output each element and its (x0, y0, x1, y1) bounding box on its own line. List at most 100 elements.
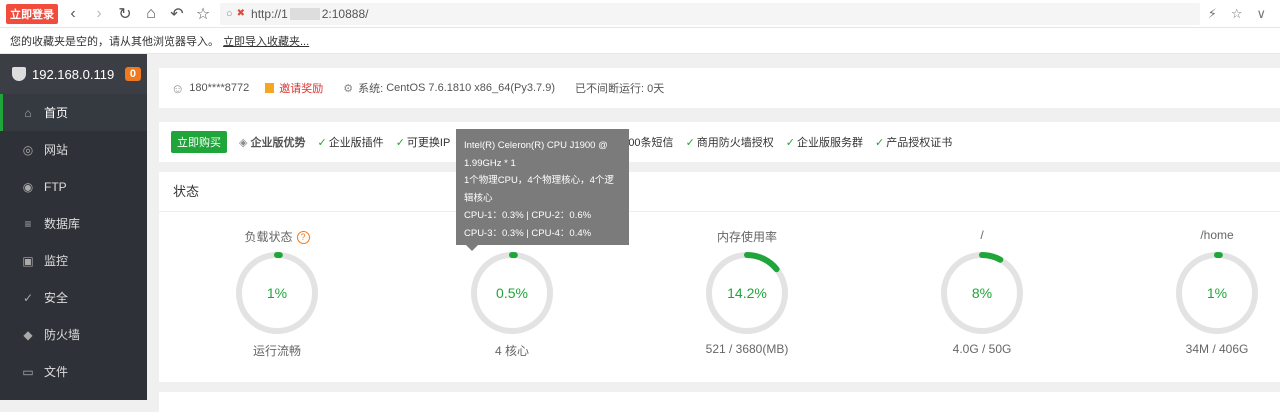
gauge-memory[interactable]: 内存使用率 14.2% 521 / 3680(MB) (667, 228, 827, 356)
check-icon: ✓ (685, 137, 695, 149)
sidebar-item-label: 监控 (44, 254, 69, 268)
sidebar-item-files[interactable]: ▭ 文件 (0, 353, 147, 390)
status-panel: 状态 负载状态? 1% 运行流畅 0.5% 4 核心 内存使用率 14.2% 5… (159, 172, 1280, 382)
firewall-icon: ◆ (23, 327, 33, 342)
import-bookmarks-link[interactable]: 立即导入收藏夹... (223, 33, 309, 49)
sidebar-item-monitor[interactable]: ▣ 监控 (0, 242, 147, 279)
gauge-disk-root[interactable]: / 8% 4.0G / 50G (902, 228, 1062, 356)
bookmark-bar: 您的收藏夹是空的，请从其他浏览器导入。 立即导入收藏夹... (0, 28, 1280, 54)
tooltip-line: Intel(R) Celeron(R) CPU J1900 @ (464, 140, 608, 151)
tooltip-line: 1个物理CPU，4个物理核心，4个逻 (464, 175, 614, 186)
sidebar-item-website[interactable]: ◎ 网站 (0, 131, 147, 168)
bookmark-star-icon[interactable]: ☆ (1231, 6, 1243, 22)
sidebar-item-label: 首页 (44, 106, 69, 120)
browser-toolbar: 立即登录 ‹ › ↻ ⌂ ↶ ☆ ○ ✖ http://1 2:10888/ ⚡… (0, 0, 1280, 28)
sidebar: 192.168.0.119 0 ⌂ 首页 ◎ 网站 ◉ FTP ≡ 数据库 ▣ … (0, 54, 147, 400)
insecure-icon: ✖ (236, 8, 246, 19)
sidebar-item-database[interactable]: ≡ 数据库 (0, 205, 147, 242)
gift-icon (265, 83, 275, 93)
tooltip-line: CPU-1：0.3% | CPU-2：0.6% (464, 210, 592, 221)
sidebar-item-firewall[interactable]: ◆ 防火墙 (0, 316, 147, 353)
tooltip-line: 1.99GHz * 1 (464, 157, 516, 169)
login-badge[interactable]: 立即登录 (6, 3, 58, 24)
invite-reward-link[interactable]: 邀请奖励 (265, 80, 323, 96)
star-icon[interactable]: ☆ (192, 3, 214, 25)
gauge-sub: 4 核心 (494, 344, 529, 358)
sidebar-item-security[interactable]: ✓ 安全 (0, 279, 147, 316)
promo-item-label: 企业版插件 (328, 137, 384, 149)
sidebar-item-label: 数据库 (44, 217, 81, 231)
bookmark-message: 您的收藏夹是空的，请从其他浏览器导入。 (10, 35, 219, 48)
promo-item: ✓ 商用防火墙授权 (686, 134, 774, 150)
sidebar-item-ftp[interactable]: ◉ FTP (0, 168, 147, 205)
user-phone[interactable]: 180****8772 (189, 82, 249, 94)
promo-bar: 立即购买 ◈ 企业版优势 ✓ 企业版插件 ✓ 可更换IP 00条短信 ✓ 商用防火墙授权… (159, 122, 1280, 162)
gauge-label: / (980, 228, 984, 242)
database-icon: ≡ (24, 216, 32, 231)
gauge-sub: 4.0G / 50G (952, 342, 1012, 356)
uptime-text: 已不间断运行: 0天 (575, 83, 665, 95)
lightning-icon[interactable]: ⚡ (1208, 6, 1217, 22)
gauge-ring: 14.2% (706, 252, 788, 334)
promo-item: 00条短信 (628, 134, 673, 150)
promo-item: ✓ 企业版服务群 (786, 134, 863, 150)
user-info-bar: ☺ 180****8772 邀请奖励 ⚙ 系统: CentOS 7.6.1810… (159, 68, 1280, 108)
gauge-ring: 8% (941, 252, 1023, 334)
gauge-ring: 0.5% (471, 252, 553, 334)
gear-icon: ⚙ (343, 82, 354, 95)
promo-item-label: 00条短信 (628, 137, 674, 149)
gauge-row: 负载状态? 1% 运行流畅 0.5% 4 核心 内存使用率 14.2% 521 … (159, 212, 1280, 382)
status-title: 状态 (159, 172, 1280, 212)
gauge-value: 14.2% (727, 285, 767, 301)
shield-icon: ○ (226, 7, 233, 20)
sidebar-item-label: 网站 (44, 143, 69, 157)
gauge-disk-home[interactable]: /home 1% 34M / 406G (1137, 228, 1280, 356)
promo-item-label: 企业版服务群 (797, 137, 863, 149)
next-panel (159, 392, 1280, 412)
gauge-value: 0.5% (496, 285, 528, 301)
system-value: CentOS 7.6.1810 x86_64(Py3.7.9) (386, 82, 556, 94)
undo-icon[interactable]: ↶ (166, 3, 188, 25)
main-content: ☺ 180****8772 邀请奖励 ⚙ 系统: CentOS 7.6.1810… (147, 54, 1280, 412)
back-icon[interactable]: ‹ (62, 3, 84, 25)
check-icon: ✓ (317, 137, 327, 149)
system-label: 系统: (358, 83, 384, 95)
home-icon[interactable]: ⌂ (140, 3, 162, 25)
home-icon: ⌂ (24, 105, 32, 120)
gauge-load[interactable]: 负载状态? 1% 运行流畅 (197, 228, 357, 359)
gauge-value: 1% (1207, 285, 1227, 301)
gauge-sub: 34M / 406G (1185, 342, 1249, 356)
refresh-icon[interactable]: ↻ (114, 3, 136, 25)
promo-title: ◈ 企业版优势 (239, 134, 305, 150)
promo-item-label: 产品授权证书 (886, 137, 953, 149)
message-count-badge[interactable]: 0 (124, 67, 141, 81)
check-icon: ✓ (875, 137, 885, 149)
gauge-value: 8% (972, 285, 992, 301)
gauge-cpu[interactable]: 0.5% 4 核心 (432, 228, 592, 359)
gauge-ring: 1% (1176, 252, 1258, 334)
sidebar-item-label: FTP (44, 179, 67, 194)
forward-icon[interactable]: › (88, 3, 110, 25)
ftp-icon: ◉ (22, 179, 34, 194)
globe-icon: ◎ (22, 142, 34, 157)
buy-now-button[interactable]: 立即购买 (171, 131, 227, 153)
sidebar-item-label: 防火墙 (44, 328, 81, 342)
diamond-icon: ◈ (239, 137, 248, 149)
folder-icon: ▭ (22, 364, 34, 379)
sidebar-item-home[interactable]: ⌂ 首页 (0, 94, 147, 131)
chevron-down-icon[interactable]: ∨ (1256, 6, 1266, 22)
gauge-label: 负载状态 (244, 230, 293, 244)
promo-item: ✓ 企业版插件 (317, 134, 383, 150)
gauge-sub: 521 / 3680(MB) (705, 342, 789, 356)
promo-title-text: 企业版优势 (250, 137, 306, 149)
promo-item: ✓ 产品授权证书 (875, 134, 952, 150)
promo-item-label: 商用防火墙授权 (696, 137, 774, 149)
gauge-ring: 1% (236, 252, 318, 334)
tooltip-arrow (466, 245, 478, 251)
sidebar-item-label: 文件 (44, 365, 69, 379)
tooltip-line: 辑核心 (464, 192, 493, 204)
help-icon[interactable]: ? (296, 231, 310, 245)
check-icon: ✓ (785, 137, 795, 149)
user-icon: ☺ (171, 80, 185, 96)
address-bar[interactable]: ○ ✖ http://1 2:10888/ (220, 2, 1200, 25)
